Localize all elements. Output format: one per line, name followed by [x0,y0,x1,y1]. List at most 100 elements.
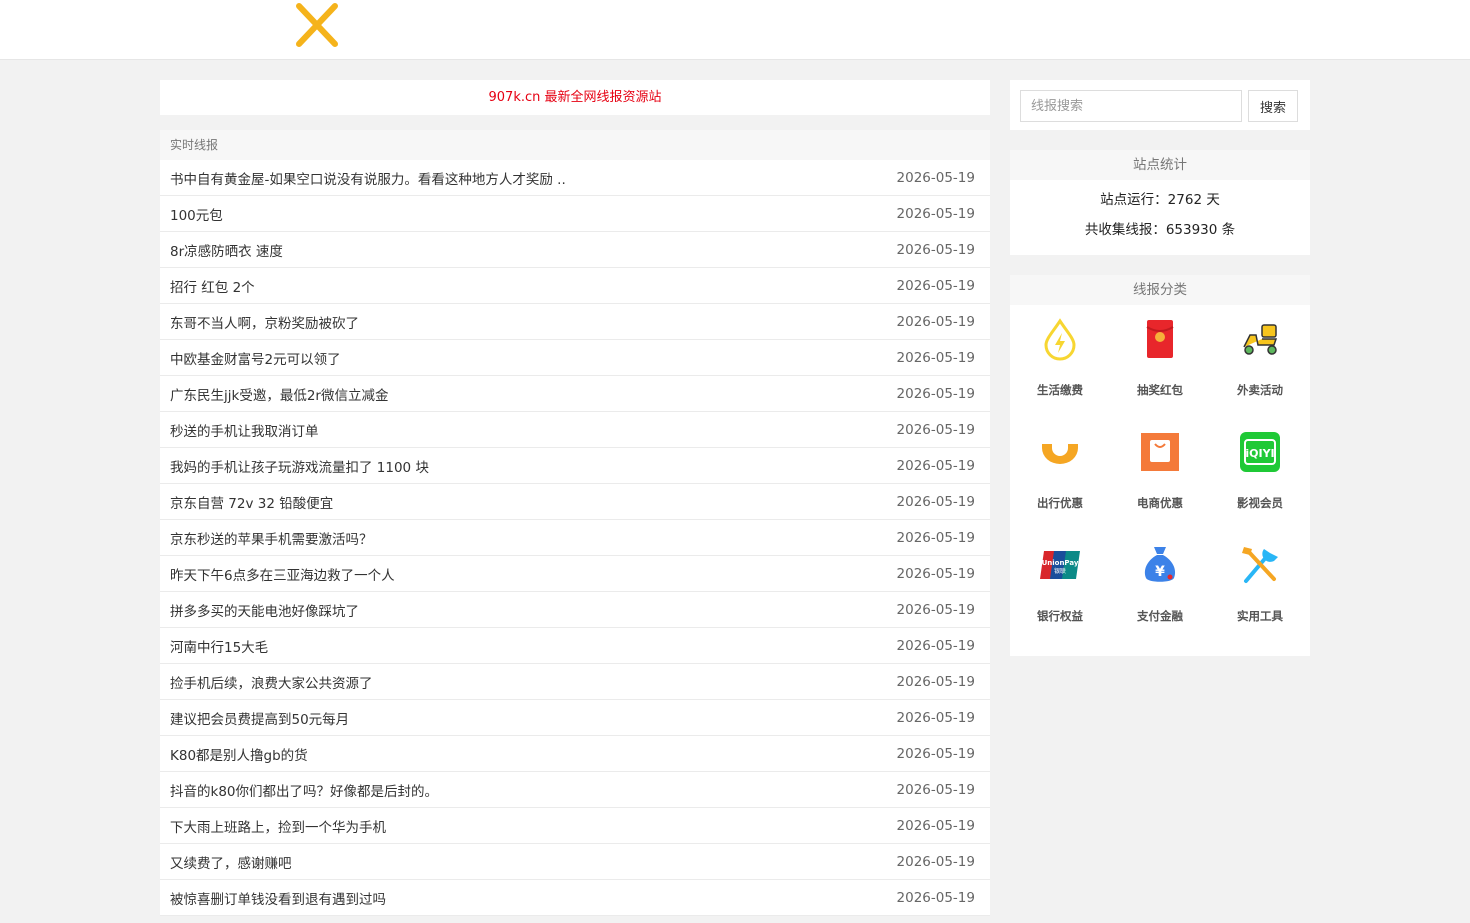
list-item[interactable]: 又续费了，感谢赚吧 2026-05-19 [160,844,990,880]
list-item-date: 2026-05-19 [896,241,975,258]
list-item-title[interactable]: 京东自营 72v 32 铅酸便宜 [170,492,333,512]
category-bank[interactable]: UnionPay 银联 银行权益 [1010,541,1110,654]
list-item[interactable]: K80都是别人撸gb的货 2026-05-19 [160,736,990,772]
list-item-title[interactable]: 100元包 [170,204,223,224]
list-item-date: 2026-05-19 [896,853,975,870]
category-tools[interactable]: 实用工具 [1210,541,1310,654]
category-label: 抽奖红包 [1137,383,1183,397]
stats-panel: 站点统计 站点运行：2762 天 共收集线报：653930 条 [1010,150,1310,255]
red-envelope-icon [1146,320,1174,358]
list-item-title[interactable]: 捡手机后续，浪费大家公共资源了 [170,672,373,692]
svg-text:¥: ¥ [1155,564,1165,580]
site-banner: 907k.cn 最新全网线报资源站 [160,80,990,115]
list-item-title[interactable]: 京东秒送的苹果手机需要激活吗？ [170,528,373,548]
stats-running-days: 站点运行：2762 天 [1100,192,1220,208]
delivery-scooter-icon [1243,324,1278,355]
list-item-title[interactable]: 8r凉感防晒衣 速度 [170,240,283,260]
shopping-bag-icon [1141,433,1179,471]
list-item-title[interactable]: 抖音的k80你们都出了吗？好像都是后封的。 [170,780,438,800]
list-item-title[interactable]: 河南中行15大毛 [170,636,268,656]
svg-text:银联: 银联 [1054,567,1066,575]
list-item[interactable]: 我妈的手机让孩子玩游戏流量扣了 1100 块 2026-05-19 [160,448,990,484]
list-item[interactable]: 东哥不当人啊，京粉奖励被砍了 2026-05-19 [160,304,990,340]
list-item[interactable]: 京东秒送的苹果手机需要激活吗？ 2026-05-19 [160,520,990,556]
list-item-title[interactable]: 下大雨上班路上，捡到一个华为手机 [170,816,386,836]
list-item-date: 2026-05-19 [896,421,975,438]
category-takeout[interactable]: 外卖活动 [1210,315,1310,428]
list-item[interactable]: 招行 红包 2个 2026-05-19 [160,268,990,304]
main-column: 907k.cn 最新全网线报资源站 实时线报 书中自有黄金屋-如果空口说没有说服… [160,80,990,916]
list-item[interactable]: 100元包 2026-05-19 [160,196,990,232]
category-label: 外卖活动 [1237,383,1283,397]
list-item-title[interactable]: 又续费了，感谢赚吧 [170,852,292,872]
close-x-logo-icon[interactable] [294,2,340,48]
list-item-date: 2026-05-19 [896,205,975,222]
sidebar: 搜索 站点统计 站点运行：2762 天 共收集线报：653930 条 线报分类 … [1010,80,1310,656]
list-item-date: 2026-05-19 [896,673,975,690]
category-video-vip[interactable]: iQIYI 影视会员 [1210,428,1310,541]
category-label: 支付金融 [1137,609,1183,623]
top-header [0,0,1470,60]
list-item[interactable]: 被惊喜删订单钱没看到退有遇到过吗 2026-05-19 [160,880,990,916]
list-item[interactable]: 下大雨上班路上，捡到一个华为手机 2026-05-19 [160,808,990,844]
search-input[interactable] [1020,90,1242,122]
list-item-date: 2026-05-19 [896,781,975,798]
category-payment-finance[interactable]: ¥ 支付金融 [1110,541,1210,654]
stats-collected-count: 共收集线报：653930 条 [1084,222,1236,238]
list-item-date: 2026-05-19 [896,817,975,834]
didi-ride-icon [1042,444,1078,464]
list-item[interactable]: 8r凉感防晒衣 速度 2026-05-19 [160,232,990,268]
list-item[interactable]: 建议把会员费提高到50元每月 2026-05-19 [160,700,990,736]
list-item-title[interactable]: 中欧基金财富号2元可以领了 [170,348,341,368]
deal-list: 书中自有黄金屋-如果空口说没有说服力。看看这种地方人才奖励 .. 2026-05-… [160,160,990,916]
list-item-date: 2026-05-19 [896,601,975,618]
search-button[interactable]: 搜索 [1248,90,1298,122]
category-lottery-redpacket[interactable]: 抽奖红包 [1110,315,1210,428]
category-travel[interactable]: 出行优惠 [1010,428,1110,541]
list-item-date: 2026-05-19 [896,493,975,510]
list-item-title[interactable]: 昨天下午6点多在三亚海边救了一个人 [170,564,395,584]
list-item[interactable]: 广东民生jjk受邀，最低2r微信立减金 2026-05-19 [160,376,990,412]
list-item-title[interactable]: 被惊喜删订单钱没看到退有遇到过吗 [170,888,386,908]
list-item[interactable]: 河南中行15大毛 2026-05-19 [160,628,990,664]
list-item-title[interactable]: 秒送的手机让我取消订单 [170,420,319,440]
utility-drop-icon [1044,318,1076,361]
category-label: 影视会员 [1237,496,1283,510]
list-item[interactable]: 抖音的k80你们都出了吗？好像都是后封的。 2026-05-19 [160,772,990,808]
list-item-date: 2026-05-19 [896,277,975,294]
list-item-title[interactable]: 我妈的手机让孩子玩游戏流量扣了 1100 块 [170,456,429,476]
list-item-date: 2026-05-19 [896,745,975,762]
list-item-title[interactable]: K80都是别人撸gb的货 [170,744,308,764]
list-item-title[interactable]: 广东民生jjk受邀，最低2r微信立减金 [170,384,388,404]
list-item-title[interactable]: 建议把会员费提高到50元每月 [170,708,349,728]
list-item-title[interactable]: 书中自有黄金屋-如果空口说没有说服力。看看这种地方人才奖励 .. [170,168,566,188]
list-item[interactable]: 捡手机后续，浪费大家公共资源了 2026-05-19 [160,664,990,700]
list-item[interactable]: 书中自有黄金屋-如果空口说没有说服力。看看这种地方人才奖励 .. 2026-05-… [160,160,990,196]
category-label: 电商优惠 [1137,496,1183,510]
list-item-date: 2026-05-19 [896,385,975,402]
list-item-date: 2026-05-19 [896,637,975,654]
svg-text:iQIYI: iQIYI [1245,447,1274,460]
list-item-title[interactable]: 拼多多买的天能电池好像踩坑了 [170,600,359,620]
list-item[interactable]: 昨天下午6点多在三亚海边救了一个人 2026-05-19 [160,556,990,592]
category-label: 出行优惠 [1037,496,1083,510]
iqiyi-icon: iQIYI [1240,432,1280,472]
list-item-title[interactable]: 东哥不当人啊，京粉奖励被砍了 [170,312,359,332]
category-ecommerce[interactable]: 电商优惠 [1110,428,1210,541]
list-item[interactable]: 拼多多买的天能电池好像踩坑了 2026-05-19 [160,592,990,628]
list-item[interactable]: 秒送的手机让我取消订单 2026-05-19 [160,412,990,448]
category-life-payment[interactable]: 生活缴费 [1010,315,1110,428]
list-item-date: 2026-05-19 [896,169,975,186]
svg-text:UnionPay: UnionPay [1042,559,1079,567]
list-item-date: 2026-05-19 [896,457,975,474]
list-item[interactable]: 京东自营 72v 32 铅酸便宜 2026-05-19 [160,484,990,520]
tools-icon [1242,547,1278,583]
site-banner-link[interactable]: 907k.cn 最新全网线报资源站 [489,90,662,105]
category-label: 银行权益 [1037,609,1083,623]
category-heading: 线报分类 [1010,275,1310,305]
list-item-date: 2026-05-19 [896,889,975,906]
category-label: 实用工具 [1237,609,1283,623]
list-item-title[interactable]: 招行 红包 2个 [170,276,255,296]
list-item[interactable]: 中欧基金财富号2元可以领了 2026-05-19 [160,340,990,376]
list-item-date: 2026-05-19 [896,565,975,582]
